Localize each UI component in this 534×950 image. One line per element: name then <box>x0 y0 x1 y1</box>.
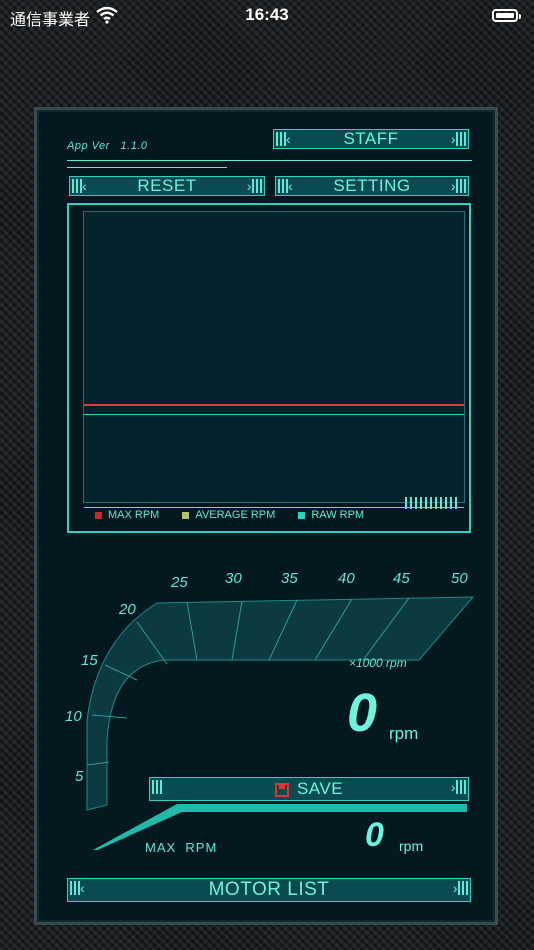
save-icon <box>274 782 289 797</box>
gauge-tick-15: 15 <box>81 652 98 669</box>
chevron-right-icon: › <box>246 178 252 194</box>
max-rpm-label: MAX RPM <box>145 840 218 855</box>
legend-swatch-raw <box>298 511 306 519</box>
motor-list-button-label: MOTOR LIST <box>208 879 330 900</box>
chevron-left-icon: ‹ <box>82 178 88 194</box>
max-rpm-value: 0 <box>365 816 384 854</box>
chevron-right-icon: › <box>450 779 456 795</box>
max-rpm-unit: rpm <box>399 838 424 854</box>
chevron-right-icon: › <box>450 131 456 147</box>
raw-rpm-line <box>84 414 464 415</box>
save-button[interactable]: SAVE › <box>149 777 469 801</box>
gauge-tick-40: 40 <box>338 570 355 587</box>
legend-label-max: MAX RPM <box>108 509 160 522</box>
save-button-label: SAVE <box>296 779 344 798</box>
decorative-bars <box>405 497 459 509</box>
chevron-right-icon: › <box>452 880 458 896</box>
clock: 16:43 <box>245 5 289 24</box>
chevron-left-icon: ‹ <box>80 880 86 896</box>
divider <box>67 160 472 161</box>
app-version-number: 1.1.0 <box>120 140 148 152</box>
staff-button[interactable]: ‹ STAFF › <box>273 129 469 149</box>
tachometer-gauge <box>86 596 475 850</box>
chevron-left-icon: ‹ <box>288 178 294 194</box>
motor-list-button[interactable]: ‹ MOTOR LIST › <box>67 878 471 902</box>
graph-plot-area <box>83 211 465 508</box>
setting-button[interactable]: ‹ SETTING › <box>275 176 469 196</box>
gauge-tick-25: 25 <box>171 574 188 591</box>
graph-legend: MAX RPM AVERAGE RPM RAW RPM <box>89 509 378 521</box>
max-rpm-line <box>84 404 464 406</box>
current-rpm-unit: rpm <box>389 724 419 743</box>
current-rpm-value: 0 <box>347 683 378 743</box>
gauge-tick-10: 10 <box>65 708 82 725</box>
gauge-tick-45: 45 <box>393 570 410 587</box>
battery-icon <box>492 9 521 22</box>
setting-button-label: SETTING <box>333 176 411 195</box>
staff-button-label: STAFF <box>343 129 399 148</box>
gauge-tick-50: 50 <box>451 570 468 587</box>
chevron-left-icon: ‹ <box>286 131 292 147</box>
gauge-tick-20: 20 <box>119 601 136 618</box>
chevron-right-icon: › <box>450 178 456 194</box>
legend-swatch-max <box>95 511 102 519</box>
gauge-scale-unit: ×1000 rpm <box>349 656 407 670</box>
app-version: App Ver 1.1.0 <box>67 140 147 152</box>
legend-swatch-average <box>182 511 190 519</box>
main-panel: App Ver 1.1.0 ‹ STAFF › ‹ RESET › ‹ SETT… <box>34 107 498 925</box>
app-version-label: App Ver <box>67 140 110 152</box>
divider <box>67 167 227 168</box>
gauge-tick-35: 35 <box>281 570 298 587</box>
status-bar: 通信事業者 16:43 <box>0 0 534 34</box>
reset-button[interactable]: ‹ RESET › <box>69 176 265 196</box>
legend-label-average: AVERAGE RPM <box>195 509 276 522</box>
reset-button-label: RESET <box>137 176 197 195</box>
gauge-tick-5: 5 <box>75 768 84 785</box>
legend-label-raw: RAW RPM <box>311 509 365 522</box>
rpm-graph: MAX RPM AVERAGE RPM RAW RPM <box>67 203 471 533</box>
gauge-tick-30: 30 <box>225 570 242 587</box>
